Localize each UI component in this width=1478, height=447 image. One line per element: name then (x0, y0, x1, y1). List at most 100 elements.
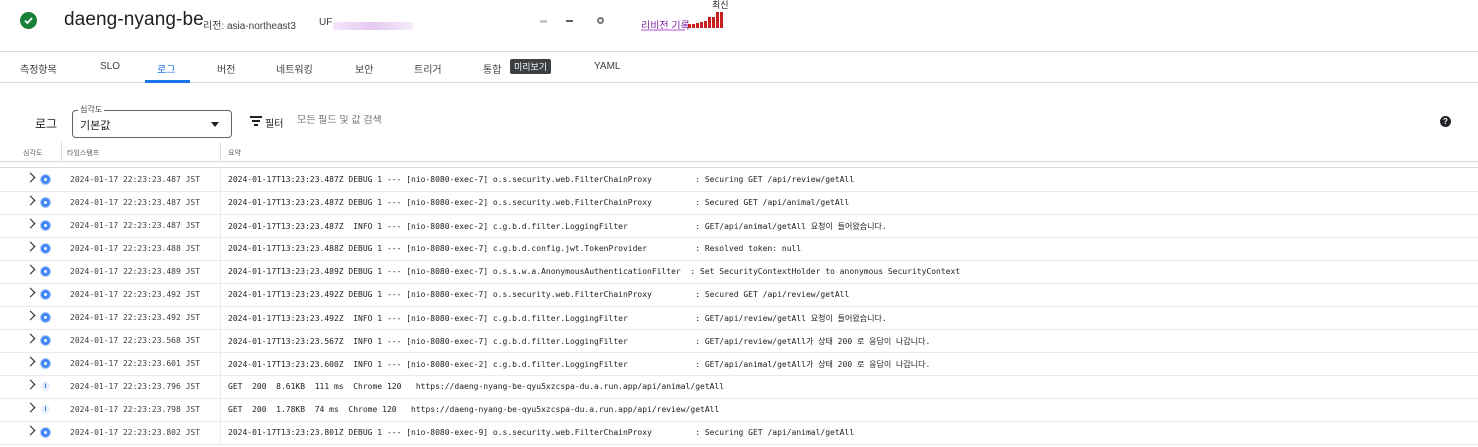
log-timestamp: 2024-01-17 22:23:23.487 JST (70, 198, 200, 207)
log-entry-row[interactable]: 2024-01-17 22:23:23.492 JST2024-01-17T13… (0, 284, 1478, 307)
column-divider (220, 330, 221, 353)
log-summary: 2024-01-17T13:23:23.801Z DEBUG 1 --- [ni… (228, 428, 854, 437)
log-entry-row[interactable]: 2024-01-17 22:23:23.487 JST 2024-01-17T13… (0, 169, 1478, 192)
log-summary: GET 200 8.61KB 111 ms Chrome 120 https:/… (228, 382, 724, 391)
info-severity-icon: i (41, 405, 50, 414)
column-divider (220, 238, 221, 261)
log-table-header: 심각도 타임스탬프 요약 (0, 142, 1478, 162)
log-timestamp: 2024-01-17 22:23:23.487 JST (70, 221, 200, 230)
log-timestamp: 2024-01-17 22:23:23.601 JST (70, 359, 200, 368)
log-timestamp: 2024-01-17 22:23:23.802 JST (70, 428, 200, 437)
log-entry-row[interactable]: 2024-01-17 22:23:23.601 JST 2024-01-17T13… (0, 353, 1478, 376)
debug-severity-icon (41, 198, 50, 207)
link-underline (641, 29, 685, 31)
debug-severity-icon (41, 313, 50, 322)
severity-select-label: 심각도 (78, 104, 104, 115)
logs-title: 로그 (35, 115, 57, 132)
debug-severity-icon (41, 290, 50, 299)
column-divider (220, 169, 221, 192)
tab-security[interactable]: 보안 (355, 61, 373, 76)
chevron-right-icon[interactable] (26, 173, 36, 183)
log-summary: 2024-01-17T13:23:23.487Z INFO 1 --- [nio… (228, 221, 887, 232)
tab-networking[interactable]: 네트워킹 (276, 61, 313, 76)
log-entry-row[interactable]: 2024-01-17 22:23:23.487 JST2024-01-17T13… (0, 192, 1478, 215)
log-timestamp: 2024-01-17 22:23:23.492 JST (70, 313, 200, 322)
log-summary: 2024-01-17T13:23:23.492Z DEBUG 1 --- [ni… (228, 290, 849, 299)
debug-severity-icon (41, 336, 50, 345)
column-divider[interactable] (220, 142, 221, 162)
filter-label[interactable]: 필터 (265, 115, 283, 130)
region-label: 리전: asia-northeast3 (203, 17, 296, 32)
log-summary: 2024-01-17T13:23:23.600Z INFO 1 --- [nio… (228, 359, 930, 370)
severity-select-value: 기본값 (80, 117, 110, 133)
dropdown-caret-icon (211, 122, 219, 127)
tab-revisions[interactable]: 버전 (217, 61, 235, 76)
debug-severity-icon (41, 359, 50, 368)
chevron-right-icon[interactable] (26, 288, 36, 298)
redacted-mark (597, 17, 604, 24)
help-icon[interactable]: ? (1440, 116, 1451, 127)
tab-triggers[interactable]: 트리거 (414, 61, 442, 76)
log-entry-row[interactable]: 2024-01-17 22:23:23.487 JST 2024-01-17T13… (0, 215, 1478, 238)
redacted-mark (540, 20, 547, 23)
chevron-right-icon[interactable] (26, 265, 36, 275)
log-summary: GET 200 1.78KB 74 ms Chrome 120 https://… (228, 405, 719, 414)
log-entry-row[interactable]: i 2024-01-17 22:23:23.798 JST GET 200 1.78… (0, 399, 1478, 422)
log-summary: 2024-01-17T13:23:23.492Z INFO 1 --- [nio… (228, 313, 887, 324)
log-summary: 2024-01-17T13:23:23.488Z DEBUG 1 --- [ni… (228, 244, 801, 253)
log-list: 2024-01-17 22:23:23.487 JST 2024-01-17T13… (0, 169, 1478, 445)
chevron-right-icon[interactable] (26, 196, 36, 206)
tab-integrations[interactable]: 통합 (483, 61, 501, 76)
check-circle-icon (20, 12, 37, 29)
log-entry-row[interactable]: 2024-01-17 22:23:23.802 JST 2024-01-17T13… (0, 422, 1478, 445)
tab-bar: 측정항목 SLO 로그 버전 네트워킹 보안 트리거 통합 미리보기 YAML (0, 52, 1478, 83)
chevron-right-icon[interactable] (26, 403, 36, 413)
debug-severity-icon (41, 221, 50, 230)
column-divider (220, 261, 221, 284)
column-divider (220, 215, 221, 238)
debug-severity-icon (41, 244, 50, 253)
column-severity[interactable]: 심각도 (23, 148, 42, 158)
log-entry-row[interactable]: 2024-01-17 22:23:23.568 JST2024-01-17T13… (0, 330, 1478, 353)
chevron-right-icon[interactable] (26, 242, 36, 252)
tab-yaml[interactable]: YAML (594, 61, 621, 72)
column-divider (220, 376, 221, 399)
log-timestamp: 2024-01-17 22:23:23.798 JST (70, 405, 200, 414)
info-severity-icon: i (41, 382, 50, 391)
active-tab-indicator (145, 80, 190, 83)
log-timestamp: 2024-01-17 22:23:23.487 JST (70, 175, 200, 184)
chevron-right-icon[interactable] (26, 426, 36, 436)
redacted-mark (566, 20, 573, 22)
column-summary[interactable]: 요약 (228, 148, 241, 158)
url-link[interactable] (333, 22, 413, 30)
chevron-right-icon[interactable] (26, 380, 36, 390)
column-timestamp[interactable]: 타임스탬프 (67, 148, 99, 158)
tab-logs[interactable]: 로그 (157, 61, 175, 76)
tab-metrics[interactable]: 측정항목 (20, 61, 57, 76)
chevron-right-icon[interactable] (26, 219, 36, 229)
column-divider (220, 422, 221, 445)
column-divider (220, 307, 221, 330)
log-timestamp: 2024-01-17 22:23:23.796 JST (70, 382, 200, 391)
log-timestamp: 2024-01-17 22:23:23.488 JST (70, 244, 200, 253)
log-summary: 2024-01-17T13:23:23.487Z DEBUG 1 --- [ni… (228, 175, 854, 184)
log-summary: 2024-01-17T13:23:23.489Z DEBUG 1 --- [ni… (228, 267, 960, 276)
log-entry-row[interactable]: 2024-01-17 22:23:23.492 JST 2024-01-17T13… (0, 307, 1478, 330)
log-timestamp: 2024-01-17 22:23:23.489 JST (70, 267, 200, 276)
chevron-right-icon[interactable] (26, 334, 36, 344)
url-label: UF (319, 17, 332, 28)
debug-severity-icon (41, 428, 50, 437)
column-divider[interactable] (61, 142, 62, 162)
tab-slo[interactable]: SLO (100, 61, 120, 72)
filter-search-input[interactable] (297, 115, 597, 126)
chevron-right-icon[interactable] (26, 357, 36, 367)
filter-icon[interactable] (250, 116, 262, 126)
log-entry-row[interactable]: i 2024-01-17 22:23:23.796 JST GET 200 8.61… (0, 376, 1478, 399)
log-entry-row[interactable]: 2024-01-17 22:23:23.489 JST 2024-01-17T13… (0, 261, 1478, 284)
service-header: daeng-nyang-be 리전: asia-northeast3 UF 리비… (0, 0, 1478, 52)
latest-label: 최신 (712, 0, 729, 11)
column-divider (220, 399, 221, 422)
log-entry-row[interactable]: 2024-01-17 22:23:23.488 JST 2024-01-17T13… (0, 238, 1478, 261)
debug-severity-icon (41, 267, 50, 276)
chevron-right-icon[interactable] (26, 311, 36, 321)
